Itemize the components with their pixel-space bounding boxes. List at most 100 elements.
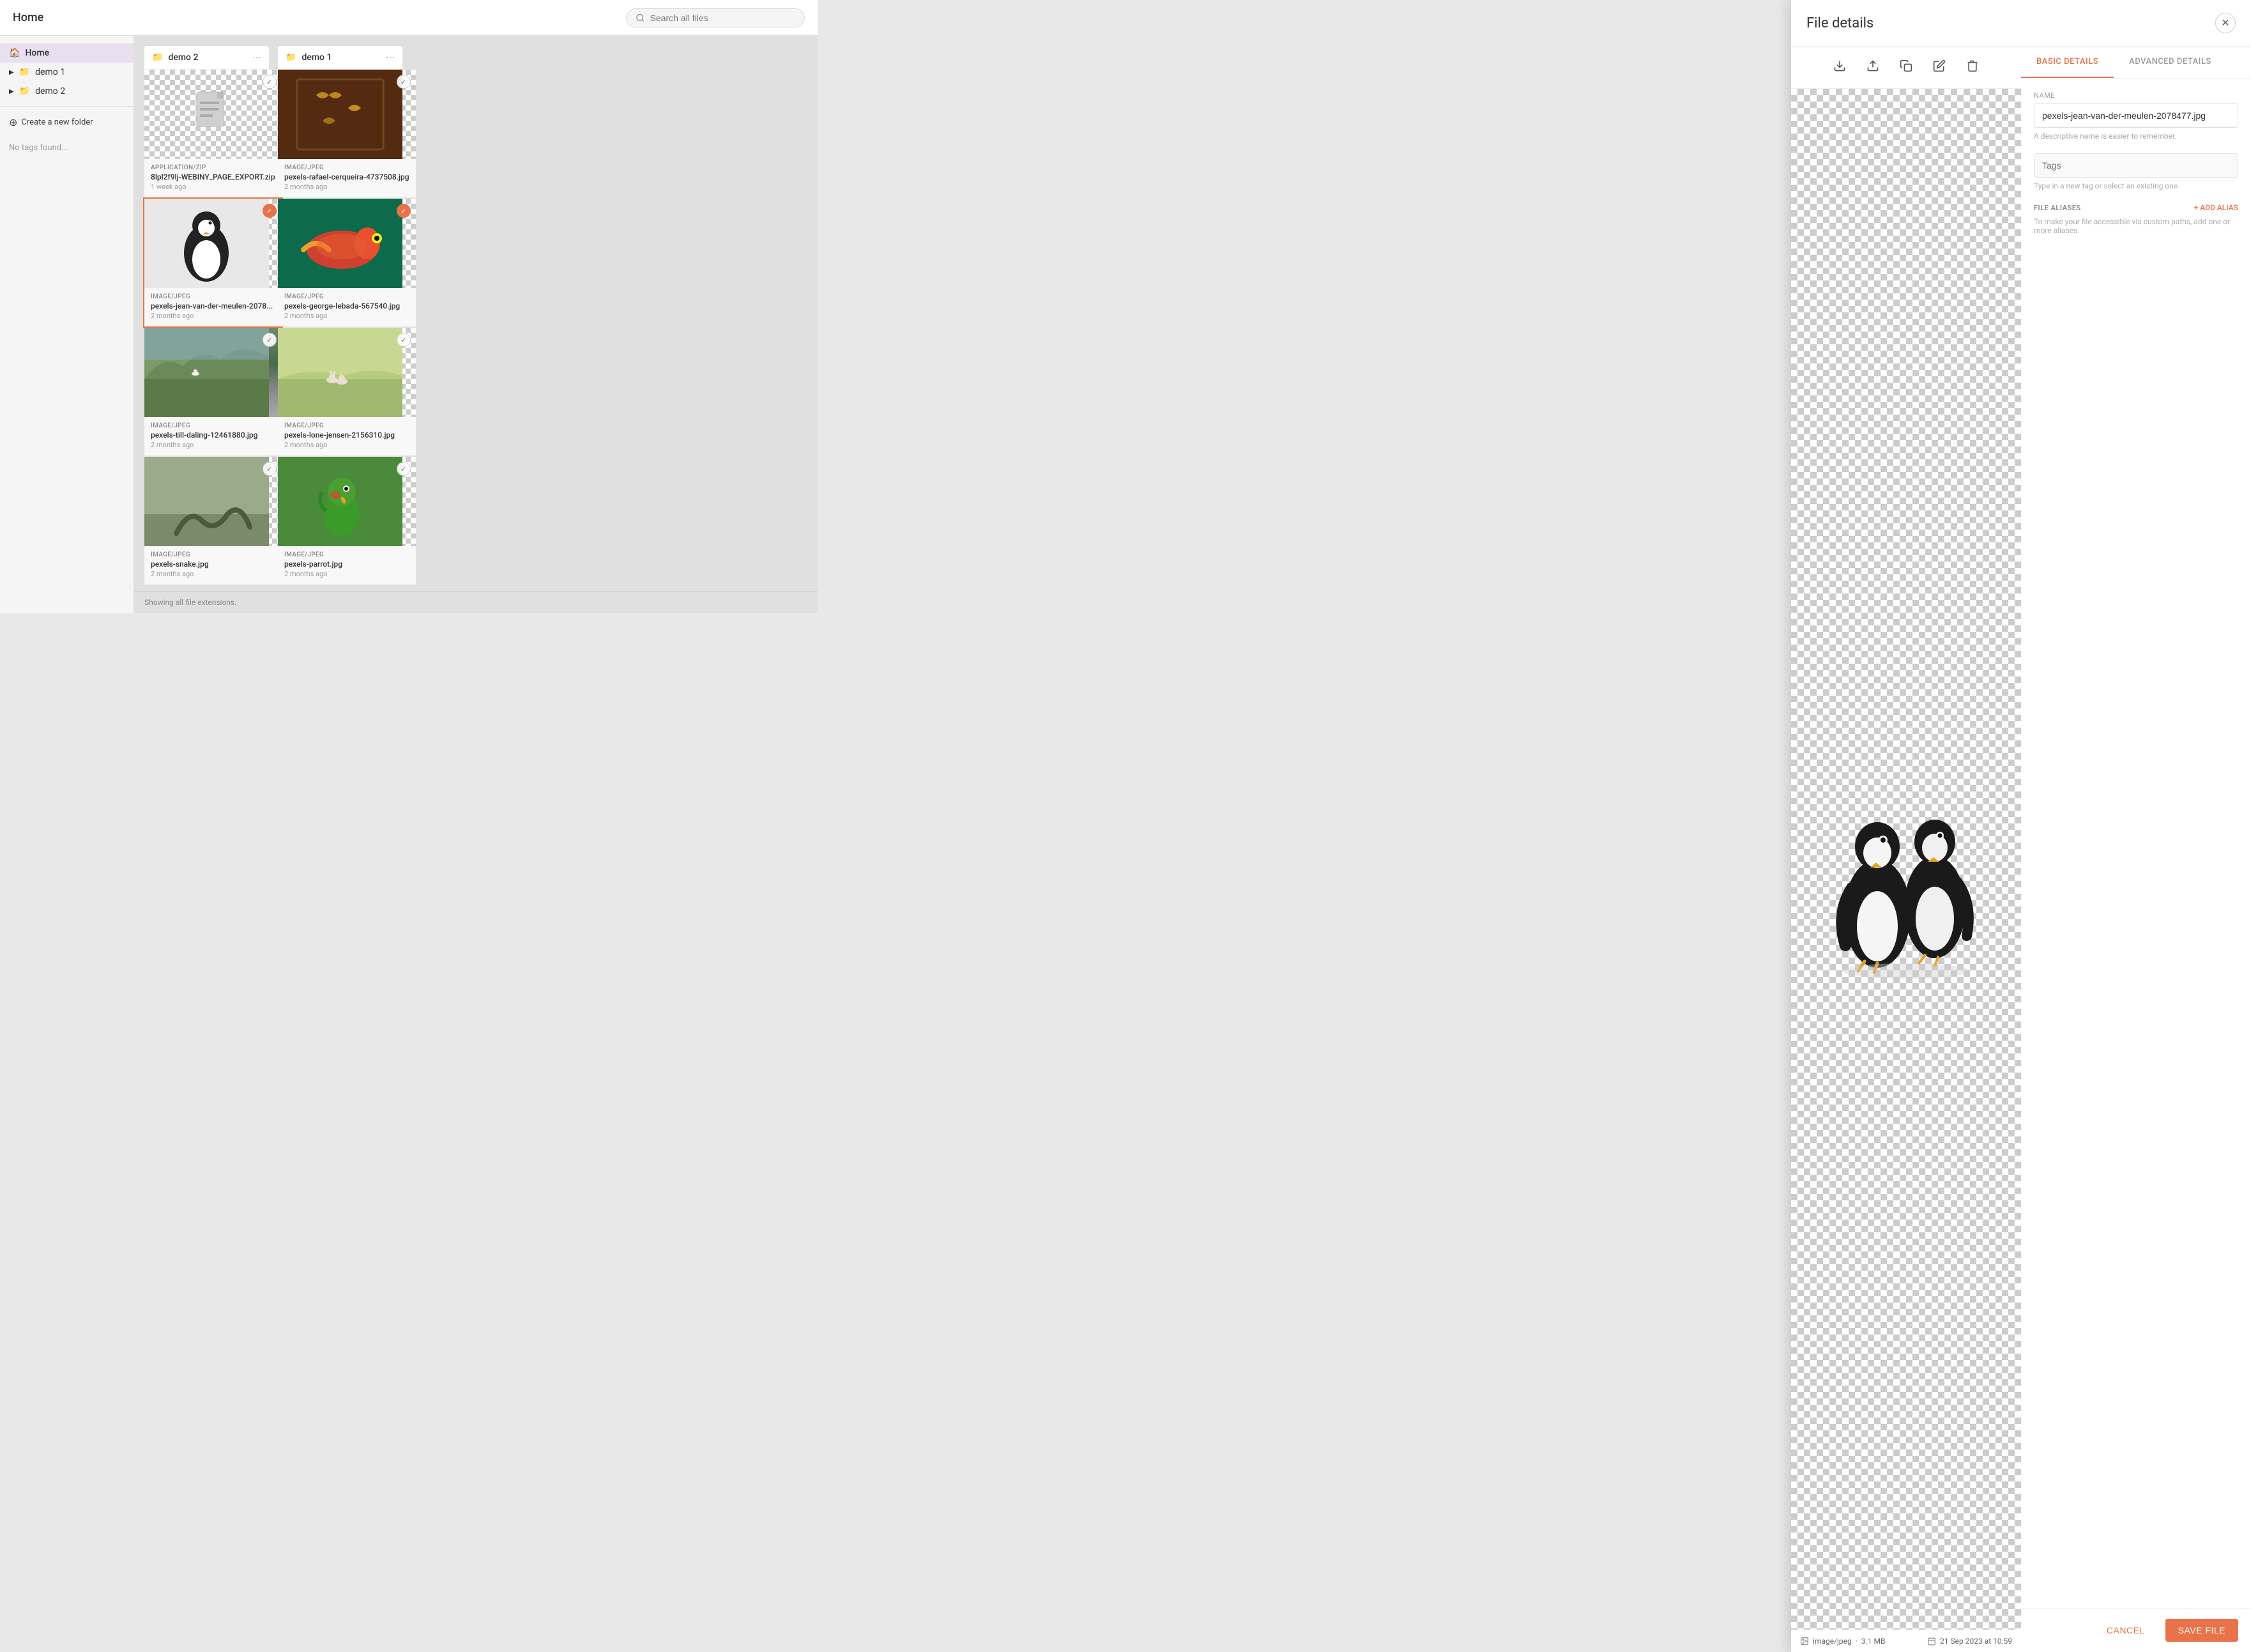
- aliases-hint: To make your file accessible via custom …: [2034, 217, 2238, 235]
- aliases-title: FILE ALIASES: [2034, 204, 2081, 212]
- column-header-demo2: 📁 demo 2 ⋯: [144, 46, 269, 70]
- file-name: pexels-rafael-cerqueira-4737508.jpg: [284, 172, 409, 181]
- search-icon: [636, 13, 645, 23]
- column-title: demo 2: [168, 52, 198, 63]
- tab-advanced-details[interactable]: ADVANCED DETAILS: [2114, 47, 2227, 78]
- penguin-thumb: [144, 199, 269, 288]
- list-item[interactable]: ✓ IMAGE/JPEG pexels-lone-jensen-2156310.…: [278, 328, 416, 455]
- list-item[interactable]: ✓ APPLICATION/ZIP 8lpl2f9lj-WEBINY_PAGE_…: [144, 70, 282, 197]
- snake-thumb: [144, 457, 269, 546]
- preview-toolbar: [1791, 47, 2021, 89]
- file-checkbox[interactable]: ✓: [397, 75, 411, 89]
- file-type: IMAGE/JPEG: [284, 164, 409, 171]
- file-name: pexels-till-daling-12461880.jpg: [151, 431, 275, 440]
- highland-thumb: [144, 328, 269, 417]
- list-item[interactable]: ✓ IMAGE/JPEG pexels-snake.jpg 2 months a…: [144, 457, 282, 585]
- file-size-meta: 3.1 MB: [1861, 1637, 1886, 1646]
- no-tags-label: No tags found...: [0, 133, 134, 163]
- file-name: pexels-parrot.jpg: [284, 560, 409, 569]
- file-date: 1 week ago: [151, 183, 275, 191]
- folder-icon-demo1: 📁: [19, 67, 30, 77]
- list-item[interactable]: ✓ IMAGE/JPEG pexels-george-lebada-567540…: [278, 199, 416, 326]
- name-input[interactable]: [2034, 103, 2238, 128]
- sidebar-item-home[interactable]: 🏠 Home: [0, 43, 134, 63]
- file-info: IMAGE/JPEG pexels-jean-van-der-meulen-20…: [144, 288, 282, 326]
- list-item[interactable]: ✓ IMAGE/JPEG pexels-till-daling-12461880…: [144, 328, 282, 455]
- info-footer: CANCEL SAVE FILE: [2021, 1608, 2251, 1652]
- arrow-right-icon2: ▶: [9, 88, 14, 95]
- main-layout: 🏠 Home ▶ 📁 demo 1 ▶ 📁 demo 2 ⊕ Create a …: [0, 36, 818, 613]
- tags-input[interactable]: [2034, 153, 2238, 178]
- preview-image-container: [1791, 89, 2021, 1630]
- file-type: APPLICATION/ZIP: [151, 164, 275, 171]
- document-icon: [190, 89, 235, 140]
- file-detail-panel: File details ✕: [1791, 0, 2251, 1652]
- arrow-right-icon: ▶: [9, 69, 14, 76]
- file-date: 2 months ago: [151, 570, 275, 578]
- chameleon-thumb: [278, 199, 402, 288]
- more-options-icon2[interactable]: ⋯: [386, 52, 395, 63]
- file-type: IMAGE/JPEG: [151, 551, 275, 558]
- close-panel-button[interactable]: ✕: [2215, 13, 2236, 33]
- file-checkbox[interactable]: ✓: [263, 333, 277, 347]
- info-tabs: BASIC DETAILS ADVANCED DETAILS: [2021, 47, 2251, 79]
- file-thumbnail: [144, 328, 282, 417]
- file-checkbox[interactable]: ✓: [263, 462, 277, 476]
- create-folder-label: Create a new folder: [21, 118, 93, 127]
- create-folder-button[interactable]: ⊕ Create a new folder: [0, 112, 134, 133]
- file-info: APPLICATION/ZIP 8lpl2f9lj-WEBINY_PAGE_EX…: [144, 159, 282, 197]
- sidebar: 🏠 Home ▶ 📁 demo 1 ▶ 📁 demo 2 ⊕ Create a …: [0, 36, 134, 613]
- search-input[interactable]: [650, 13, 795, 23]
- delete-button[interactable]: [1962, 56, 1983, 79]
- more-options-icon[interactable]: ⋯: [252, 52, 261, 63]
- file-name: pexels-lone-jensen-2156310.jpg: [284, 431, 409, 440]
- file-type: IMAGE/JPEG: [151, 422, 275, 429]
- file-checkbox[interactable]: ✓: [397, 333, 411, 347]
- page-title: Home: [13, 11, 43, 24]
- save-file-button[interactable]: SAVE FILE: [2165, 1619, 2238, 1642]
- file-info: IMAGE/JPEG pexels-parrot.jpg 2 months ag…: [278, 546, 416, 585]
- file-name: pexels-george-lebada-567540.jpg: [284, 302, 409, 310]
- search-bar[interactable]: [626, 8, 805, 27]
- column-header-demo1: 📁 demo 1 ⋯: [278, 46, 402, 70]
- file-info: IMAGE/JPEG pexels-george-lebada-567540.j…: [278, 288, 416, 326]
- copy-button[interactable]: [1896, 56, 1916, 79]
- name-hint: A descriptive name is easier to remember…: [2034, 132, 2238, 141]
- edit-button[interactable]: [1929, 56, 1950, 79]
- sidebar-demo2-label: demo 2: [35, 86, 65, 96]
- add-alias-button[interactable]: + ADD ALIAS: [2194, 203, 2238, 212]
- file-date: 2 months ago: [151, 441, 275, 449]
- sidebar-item-demo2[interactable]: ▶ 📁 demo 2: [0, 82, 134, 101]
- preview-area: image/jpeg · 3.1 MB 21 Sep 2023 at 10:59: [1791, 47, 2021, 1652]
- info-content: Name A descriptive name is easier to rem…: [2021, 79, 2251, 1608]
- file-date: 2 months ago: [151, 312, 275, 320]
- preview-meta: image/jpeg · 3.1 MB 21 Sep 2023 at 10:59: [1791, 1630, 2021, 1652]
- aliases-section-header: FILE ALIASES + ADD ALIAS: [2034, 203, 2238, 212]
- file-checkbox[interactable]: ✓: [397, 204, 411, 218]
- name-field-group: Name A descriptive name is easier to rem…: [2034, 91, 2238, 141]
- info-panel: BASIC DETAILS ADVANCED DETAILS Name A de…: [2021, 47, 2251, 1652]
- file-info: IMAGE/JPEG pexels-lone-jensen-2156310.jp…: [278, 417, 416, 455]
- file-checkbox[interactable]: ✓: [397, 462, 411, 476]
- file-thumbnail: [144, 457, 282, 546]
- file-checkbox[interactable]: ✓: [263, 204, 277, 218]
- file-checkbox[interactable]: ✓: [263, 75, 277, 89]
- file-name: pexels-jean-van-der-meulen-2078...: [151, 302, 275, 310]
- rabbits-thumb: [278, 328, 402, 417]
- list-item[interactable]: ✓ IMAGE/JPEG pexels-jean-van-der-meulen-…: [144, 199, 282, 326]
- footer-label: Showing all file extensions.: [144, 598, 236, 607]
- tab-basic-details[interactable]: BASIC DETAILS: [2021, 47, 2114, 78]
- sidebar-demo1-label: demo 1: [35, 67, 65, 77]
- file-name: pexels-snake.jpg: [151, 560, 275, 569]
- home-icon: 🏠: [9, 48, 20, 58]
- list-item[interactable]: ✓ IMAGE/JPEG pexels-rafael-cerqueira-473…: [278, 70, 416, 197]
- name-field-label: Name: [2034, 91, 2238, 100]
- detail-panel-title: File details: [1806, 15, 1873, 31]
- list-item[interactable]: ✓ IMAGE/JPEG pexels-parrot.jpg 2 months …: [278, 457, 416, 585]
- cancel-button[interactable]: CANCEL: [2096, 1619, 2155, 1642]
- file-date: 2 months ago: [284, 312, 409, 320]
- sidebar-item-demo1[interactable]: ▶ 📁 demo 1: [0, 63, 134, 82]
- file-thumbnail: [278, 457, 416, 546]
- upload-button[interactable]: [1863, 56, 1883, 79]
- download-button[interactable]: [1829, 56, 1850, 79]
